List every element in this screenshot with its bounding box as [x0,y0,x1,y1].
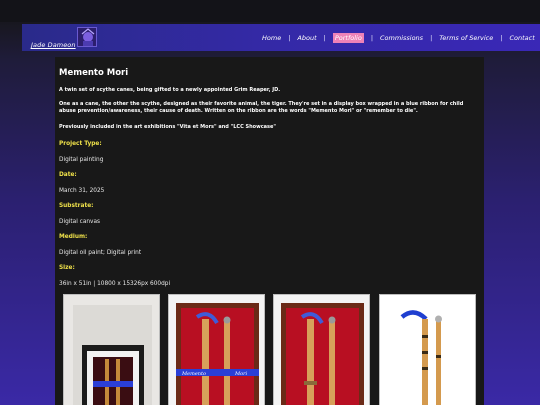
nav-separator: | [370,34,374,42]
gallery-thumbnail-display-box[interactable] [273,294,370,405]
project-type-value: Digital painting [59,157,104,163]
substrate-label: Substrate: [59,203,94,209]
brand-name-link[interactable]: Jade Dameon [31,41,76,49]
nav-separator: | [323,34,326,42]
nav-home[interactable]: Home [262,34,281,42]
gallery-thumbnail-display-box-ribbon[interactable]: Memento Mori [168,294,265,405]
substrate-value: Digital canvas [59,219,101,225]
artwork-panel: Memento Mori A twin set of scythe canes,… [55,57,484,405]
nav-terms-of-service[interactable]: Terms of Service [439,34,493,42]
nav-commissions[interactable]: Commissions [380,34,423,42]
exhibition-note: Previously included in the art exhibitio… [59,124,277,130]
medium-value: Digital oil paint; Digital print [59,250,142,256]
artwork-description: One as a cane, the other the scythe, des… [59,101,464,114]
site-header: Jade Dameon Home | About | Portfolio | C… [22,24,540,51]
project-type-label: Project Type: [59,141,102,147]
gallery-thumbnail-canes-white[interactable] [379,294,476,405]
nav-portfolio[interactable]: Portfolio [332,33,364,43]
logo-image[interactable] [77,27,97,47]
artwork-title: Memento Mori [59,68,129,78]
gallery-thumbnail-framed-photo[interactable] [63,294,160,405]
nav-contact[interactable]: Contact [509,34,534,42]
size-label: Size: [59,265,75,271]
svg-text:Mori: Mori [234,371,248,377]
artwork-description: A twin set of scythe canes, being gifted… [59,87,281,93]
top-strip [0,0,540,22]
nav-separator: | [500,34,503,42]
nav-about[interactable]: About [297,34,316,42]
date-value: March 31, 2025 [59,188,105,194]
main-nav: Home | About | Portfolio | Commissions |… [262,33,535,43]
date-label: Date: [59,172,77,178]
svg-text:Memento: Memento [181,371,206,377]
nav-separator: | [430,34,433,42]
size-value: 36in x 51in | 10800 x 15326px 600dpi [59,281,171,287]
medium-label: Medium: [59,234,88,240]
nav-separator: | [288,34,291,42]
